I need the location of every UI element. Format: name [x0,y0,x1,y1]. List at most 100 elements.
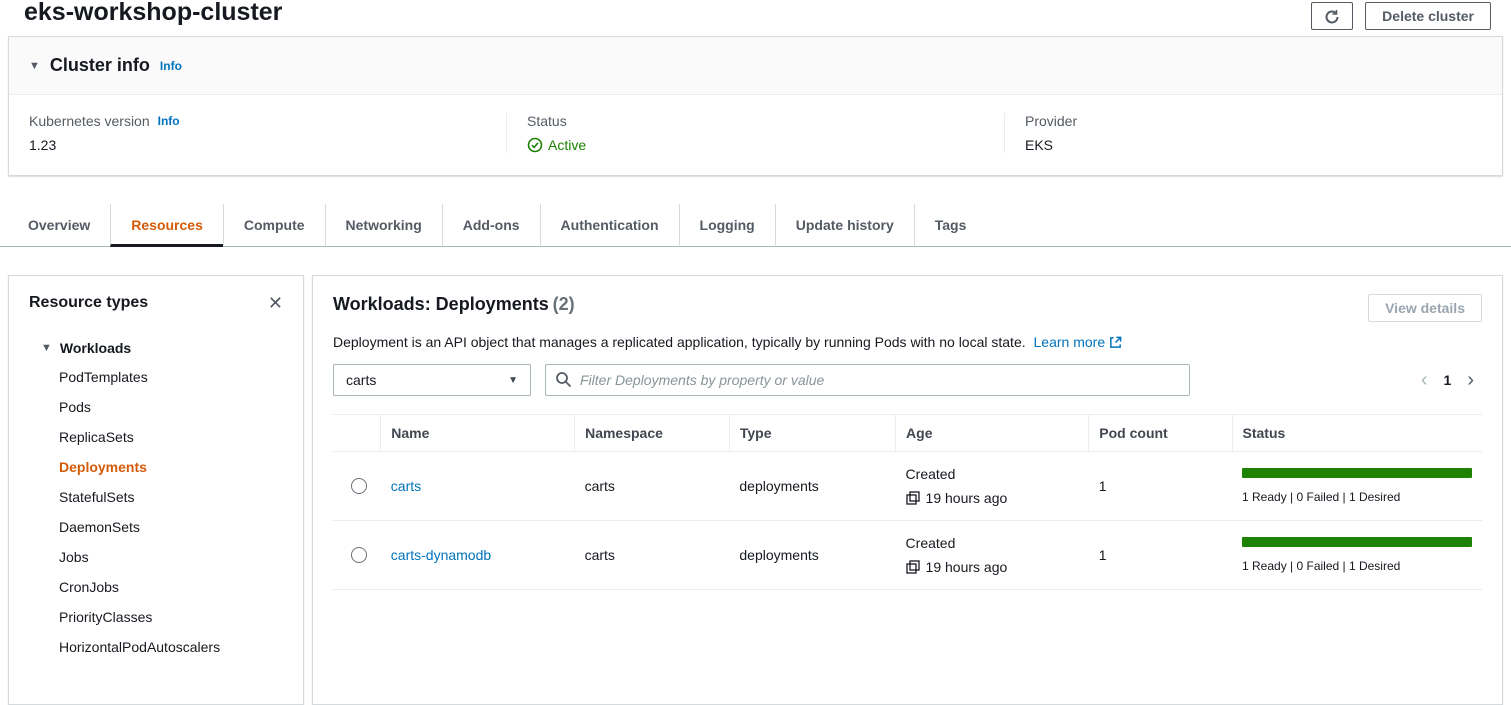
column-header-pod-count: Pod count [1089,415,1232,452]
kubernetes-version-label: Kubernetes version [29,113,150,129]
workloads-caret-icon: ▼ [41,342,52,354]
kubernetes-version-field: Kubernetes version Info 1.23 [9,113,507,153]
filter-row: carts ▼ ‹ 1 › [333,364,1482,396]
namespace-cell: carts [575,521,730,590]
collapse-caret-icon: ▼ [29,60,40,72]
column-header-name: Name [381,415,575,452]
previous-page-icon[interactable]: ‹ [1421,370,1428,390]
column-header-type: Type [729,415,895,452]
provider-value: EKS [1025,137,1482,153]
type-cell: deployments [729,521,895,590]
workloads-group-label: Workloads [60,340,131,356]
page-header: eks-workshop-cluster Delete cluster [0,0,1511,36]
page-title: eks-workshop-cluster [24,0,282,27]
refresh-button[interactable] [1311,2,1353,30]
cluster-info-body: Kubernetes version Info 1.23 Status Acti… [9,95,1502,175]
sidebar-item-daemonsets[interactable]: DaemonSets [9,512,303,542]
resource-types-panel: Resource types ✕ ▼ Workloads PodTemplate… [8,275,304,705]
tab-compute[interactable]: Compute [223,204,325,247]
current-page[interactable]: 1 [1444,372,1452,388]
sidebar-item-priorityclasses[interactable]: PriorityClasses [9,602,303,632]
status-value: Active [527,137,984,153]
table-row: carts carts deployments Created [333,452,1482,521]
row-radio-carts[interactable] [351,478,367,494]
status-active-text: Active [548,137,586,153]
kubernetes-version-value: 1.23 [29,137,486,153]
sidebar-item-replicasets[interactable]: ReplicaSets [9,422,303,452]
tab-add-ons[interactable]: Add-ons [442,204,540,247]
cluster-info-info-link[interactable]: Info [160,59,182,73]
delete-cluster-button[interactable]: Delete cluster [1365,2,1491,30]
cluster-info-panel: ▼ Cluster info Info Kubernetes version I… [8,36,1503,176]
status-summary: 1 Ready | 0 Failed | 1 Desired [1242,559,1472,573]
deployment-link-carts-dynamodb[interactable]: carts-dynamodb [391,547,491,563]
view-details-button[interactable]: View details [1368,294,1482,322]
timestamp-icon [906,560,920,574]
deployments-description: Deployment is an API object that manages… [333,334,1482,350]
pod-count-cell: 1 [1089,521,1232,590]
learn-more-link[interactable]: Learn more [1034,334,1106,350]
status-cell: 1 Ready | 0 Failed | 1 Desired [1232,521,1482,590]
description-text: Deployment is an API object that manages… [333,334,1026,350]
pagination: ‹ 1 › [1421,370,1482,390]
status-cell: 1 Ready | 0 Failed | 1 Desired [1232,452,1482,521]
refresh-icon [1324,9,1340,25]
resource-filter-dropdown[interactable]: carts ▼ [333,364,531,396]
cluster-info-title: Cluster info [50,55,150,76]
provider-label: Provider [1025,113,1077,129]
sidebar-item-jobs[interactable]: Jobs [9,542,303,572]
status-field: Status Active [507,113,1005,153]
tab-overview[interactable]: Overview [8,204,110,247]
age-created-label: Created [906,535,1079,551]
select-column-header [333,415,381,452]
cluster-info-toggle[interactable]: ▼ Cluster info Info [9,37,1502,95]
next-page-icon[interactable]: › [1467,370,1474,390]
type-cell: deployments [729,452,895,521]
header-actions: Delete cluster [1311,2,1491,30]
sidebar-item-horizontalpodautoscalers[interactable]: HorizontalPodAutoscalers [9,632,303,662]
sidebar-item-pods[interactable]: Pods [9,392,303,422]
search-input[interactable] [545,364,1190,396]
timestamp-icon [906,491,920,505]
tab-logging[interactable]: Logging [679,204,775,247]
age-cell: Created 19 hours ago [896,521,1089,590]
table-header-row: Name Namespace Type Age Pod count Status [333,415,1482,452]
sidebar-item-cronjobs[interactable]: CronJobs [9,572,303,602]
sidebar-item-podtemplates[interactable]: PodTemplates [9,362,303,392]
age-time: 19 hours ago [926,559,1008,575]
status-progress-bar [1242,537,1472,547]
deployments-count: (2) [553,294,575,314]
age-time: 19 hours ago [926,490,1008,506]
table-row: carts-dynamodb carts deployments Created [333,521,1482,590]
provider-field: Provider EKS [1005,113,1502,153]
kubernetes-version-info-link[interactable]: Info [158,114,180,128]
deployments-panel: Workloads: Deployments (2) View details … [312,275,1503,705]
sidebar-item-deployments[interactable]: Deployments [9,452,303,482]
search-icon [555,371,572,388]
deployments-heading: Workloads: Deployments (2) [333,294,575,315]
namespace-cell: carts [575,452,730,521]
age-created-label: Created [906,466,1079,482]
status-summary: 1 Ready | 0 Failed | 1 Desired [1242,490,1472,504]
pod-count-cell: 1 [1089,452,1232,521]
content-area: Resource types ✕ ▼ Workloads PodTemplate… [0,275,1511,705]
column-header-status: Status [1232,415,1482,452]
tab-bar: Overview Resources Compute Networking Ad… [0,204,1511,247]
tab-tags[interactable]: Tags [914,204,987,247]
tab-authentication[interactable]: Authentication [540,204,679,247]
tab-update-history[interactable]: Update history [775,204,914,247]
dropdown-value: carts [346,372,376,388]
resource-tree: ▼ Workloads PodTemplates Pods ReplicaSet… [9,326,303,662]
column-header-age: Age [896,415,1089,452]
sidebar-item-statefulsets[interactable]: StatefulSets [9,482,303,512]
tab-resources[interactable]: Resources [110,204,223,247]
status-progress-bar [1242,468,1472,478]
close-icon[interactable]: ✕ [268,294,283,312]
resource-types-title: Resource types [29,294,148,312]
tree-group-workloads[interactable]: ▼ Workloads [9,334,303,362]
tab-networking[interactable]: Networking [325,204,442,247]
row-radio-carts-dynamodb[interactable] [351,547,367,563]
deployment-link-carts[interactable]: carts [391,478,421,494]
search-box [545,364,1190,396]
deployments-title: Workloads: Deployments [333,294,549,314]
